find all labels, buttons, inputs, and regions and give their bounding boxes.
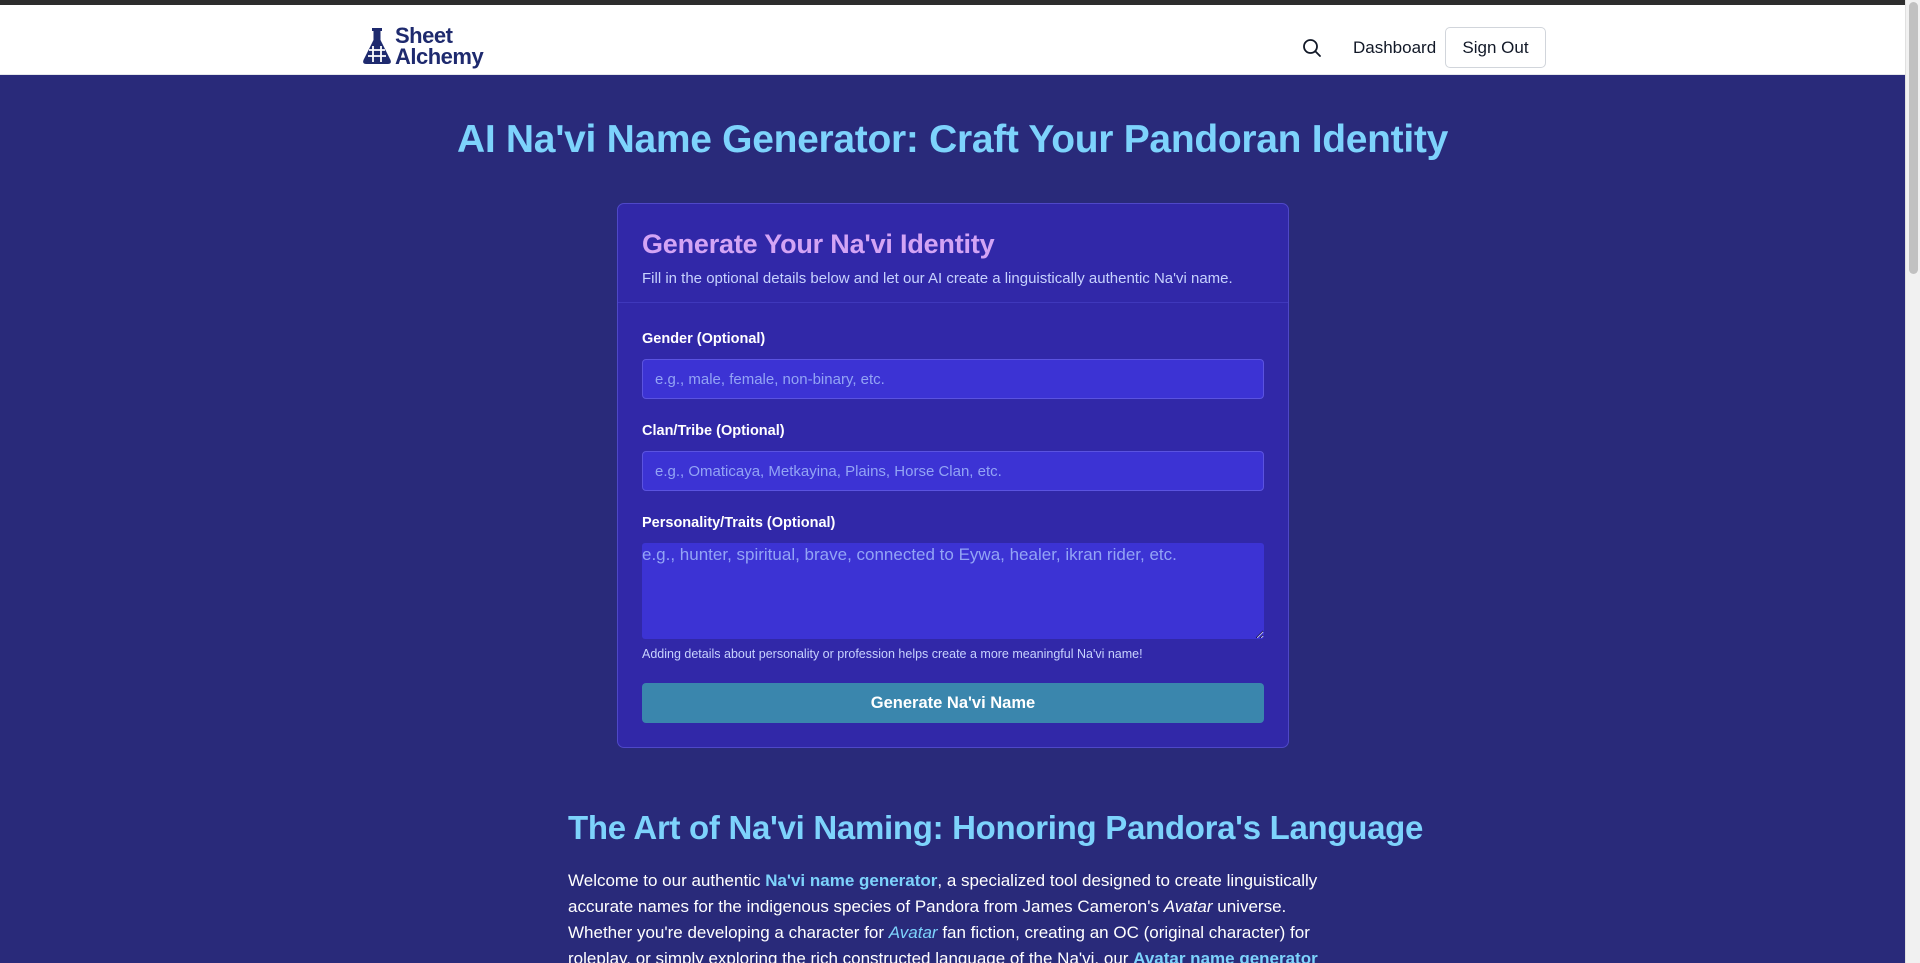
page-scrollbar[interactable] bbox=[1905, 0, 1920, 963]
sign-out-button[interactable]: Sign Out bbox=[1445, 27, 1546, 68]
search-icon bbox=[1303, 39, 1321, 57]
form-subtitle: Fill in the optional details below and l… bbox=[642, 270, 1233, 287]
navi-name-generator-link[interactable]: Na'vi name generator bbox=[765, 871, 937, 890]
clan-input[interactable] bbox=[642, 451, 1264, 491]
clan-label: Clan/Tribe (Optional) bbox=[642, 423, 785, 439]
nav-dashboard-link[interactable]: Dashboard bbox=[1353, 38, 1436, 58]
logo-wordmark: Sheet Alchemy bbox=[395, 23, 484, 69]
article-intro: Welcome to our authentic Na'vi name gene… bbox=[568, 868, 1343, 963]
form-title: Generate Your Na'vi Identity bbox=[642, 229, 995, 259]
gender-label: Gender (Optional) bbox=[642, 331, 766, 347]
search-button[interactable] bbox=[1300, 36, 1324, 60]
scrollbar-thumb[interactable] bbox=[1909, 2, 1918, 274]
gender-input[interactable] bbox=[642, 359, 1264, 399]
logo-line-1: Sheet bbox=[395, 23, 453, 48]
site-header: Sheet Alchemy Dashboard Sign Out bbox=[0, 5, 1905, 75]
logo-line-2: Alchemy bbox=[395, 44, 484, 69]
traits-hint: Adding details about personality or prof… bbox=[642, 647, 1143, 661]
traits-textarea[interactable] bbox=[642, 543, 1264, 639]
generator-form-card: Generate Your Na'vi Identity Fill in the… bbox=[617, 203, 1289, 748]
intro-text-1: Welcome to our authentic bbox=[568, 871, 766, 890]
traits-label: Personality/Traits (Optional) bbox=[642, 515, 836, 531]
site-logo[interactable]: Sheet Alchemy bbox=[361, 23, 484, 69]
page-title: AI Na'vi Name Generator: Craft Your Pand… bbox=[457, 118, 1448, 161]
generate-name-button[interactable]: Generate Na'vi Name bbox=[642, 683, 1264, 723]
form-card-header: Generate Your Na'vi Identity Fill in the… bbox=[618, 204, 1288, 303]
intro-em-avatar-1: Avatar bbox=[1163, 897, 1213, 916]
article-heading: The Art of Na'vi Naming: Honoring Pandor… bbox=[568, 809, 1424, 846]
flask-grid-icon bbox=[363, 28, 391, 64]
avatar-name-generator-link[interactable]: Avatar name generator bbox=[1133, 949, 1318, 963]
intro-em-avatar-2[interactable]: Avatar bbox=[889, 923, 938, 942]
